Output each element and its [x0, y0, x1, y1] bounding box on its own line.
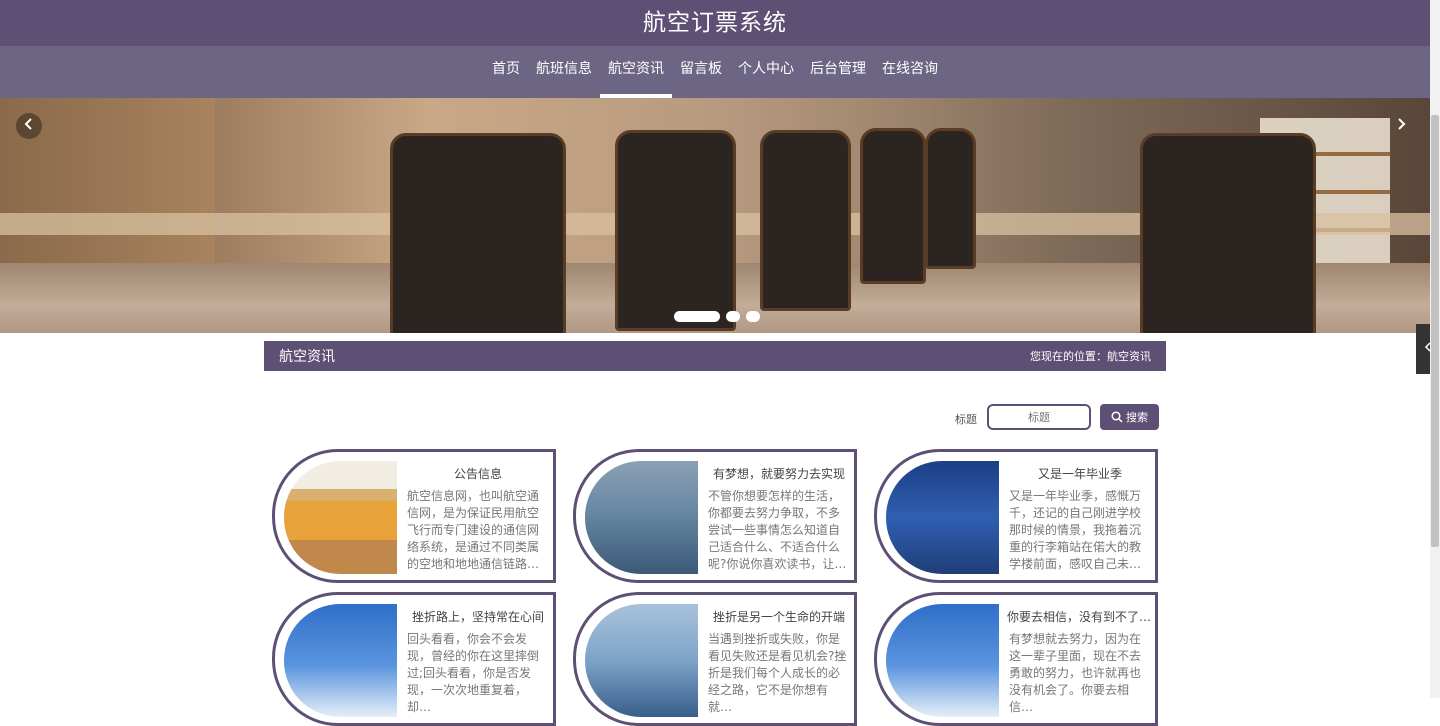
search-button[interactable]: 搜索 — [1100, 404, 1159, 430]
page-scrollbar[interactable] — [1430, 0, 1440, 698]
news-card-title[interactable]: 挫折路上，坚持常在心间 — [405, 608, 551, 625]
news-card[interactable]: 你要去相信，没有到不了的明天 有梦想就去努力，因为在这一辈子里面，现在不去勇敢的… — [874, 592, 1158, 726]
breadcrumb: 您现在的位置：航空资讯 — [1030, 350, 1151, 363]
section-header: 航空资讯 您现在的位置：航空资讯 — [264, 341, 1166, 371]
news-card-summary: 回头看看，你会不会发现，曾经的你在这里摔倒过;回头看看，你是否发现，一次次地重复… — [407, 632, 540, 714]
nav-item-news[interactable]: 航空资讯 — [600, 46, 672, 98]
search-label: 标题 — [955, 413, 977, 426]
news-card[interactable]: 公告信息 航空信息网，也叫航空通信网，是为保证民用航空飞行而专门建设的通信网络系… — [272, 449, 556, 583]
search-icon — [1111, 411, 1123, 423]
news-card-summary: 又是一年毕业季，感慨万千，还记的自己刚进学校那时候的情景，我拖着沉重的行李箱站在… — [1009, 489, 1142, 571]
news-card[interactable]: 又是一年毕业季 又是一年毕业季，感慨万千，还记的自己刚进学校那时候的情景，我拖着… — [874, 449, 1158, 583]
news-card-image[interactable] — [886, 604, 999, 717]
carousel-dot[interactable] — [746, 311, 760, 322]
news-card-title[interactable]: 你要去相信，没有到不了的明天 — [1007, 608, 1153, 625]
news-card-image[interactable] — [886, 461, 999, 574]
news-card-summary: 有梦想就去努力，因为在这一辈子里面，现在不去勇敢的努力，也许就再也没有机会了。你… — [1009, 632, 1142, 714]
news-card[interactable]: 挫折路上，坚持常在心间 回头看看，你会不会发现，曾经的你在这里摔倒过;回头看看，… — [272, 592, 556, 726]
news-card-summary: 当遇到挫折或失败，你是看见失败还是看见机会?挫折是我们每个人成长的必经之路，它不… — [708, 632, 847, 714]
news-card-summary: 不管你想要怎样的生活，你都要去努力争取，不多尝试一些事情怎么知道自己适合什么、不… — [708, 489, 847, 571]
main-nav: 首页 航班信息 航空资讯 留言板 个人中心 后台管理 在线咨询 — [0, 46, 1430, 98]
chevron-left-icon — [24, 118, 32, 130]
news-card[interactable]: 有梦想，就要努力去实现 不管你想要怎样的生活，你都要去努力争取，不多尝试一些事情… — [573, 449, 857, 583]
chevron-right-icon — [1398, 118, 1406, 130]
search-button-label: 搜索 — [1126, 411, 1148, 424]
news-card-image[interactable] — [284, 604, 397, 717]
news-card-title[interactable]: 公告信息 — [405, 465, 551, 482]
search-input[interactable] — [987, 404, 1091, 430]
banner-chair — [925, 128, 976, 269]
news-card-image[interactable] — [585, 604, 698, 717]
carousel-dot-active[interactable] — [674, 311, 720, 322]
news-card-title[interactable]: 有梦想，就要努力去实现 — [706, 465, 852, 482]
banner-chair — [860, 128, 926, 284]
nav-item-flights[interactable]: 航班信息 — [528, 46, 600, 98]
banner-chair — [1140, 133, 1316, 333]
carousel-prev-button[interactable] — [16, 113, 42, 139]
news-card[interactable]: 挫折是另一个生命的开端 当遇到挫折或失败，你是看见失败还是看见机会?挫折是我们每… — [573, 592, 857, 726]
nav-item-messages[interactable]: 留言板 — [672, 46, 730, 98]
nav-item-profile[interactable]: 个人中心 — [730, 46, 802, 98]
carousel-indicators — [674, 311, 760, 322]
news-card-image[interactable] — [585, 461, 698, 574]
news-card-title[interactable]: 挫折是另一个生命的开端 — [706, 608, 852, 625]
banner-carousel — [0, 98, 1430, 333]
carousel-next-button[interactable] — [1388, 113, 1414, 139]
news-card-summary: 航空信息网，也叫航空通信网，是为保证民用航空飞行而专门建设的通信网络系统，是通过… — [407, 489, 540, 571]
banner-chair — [615, 130, 736, 331]
news-card-image[interactable] — [284, 461, 397, 574]
nav-item-consult[interactable]: 在线咨询 — [874, 46, 946, 98]
news-card-title[interactable]: 又是一年毕业季 — [1007, 465, 1153, 482]
nav-item-admin[interactable]: 后台管理 — [802, 46, 874, 98]
header-bar: 航空订票系统 — [0, 0, 1430, 46]
app-title: 航空订票系统 — [643, 10, 787, 36]
nav-item-home[interactable]: 首页 — [484, 46, 528, 98]
banner-chair — [760, 130, 851, 311]
scrollbar-thumb[interactable] — [1431, 115, 1439, 547]
banner-chair — [390, 133, 566, 333]
section-title: 航空资讯 — [279, 349, 335, 365]
carousel-dot[interactable] — [726, 311, 740, 322]
